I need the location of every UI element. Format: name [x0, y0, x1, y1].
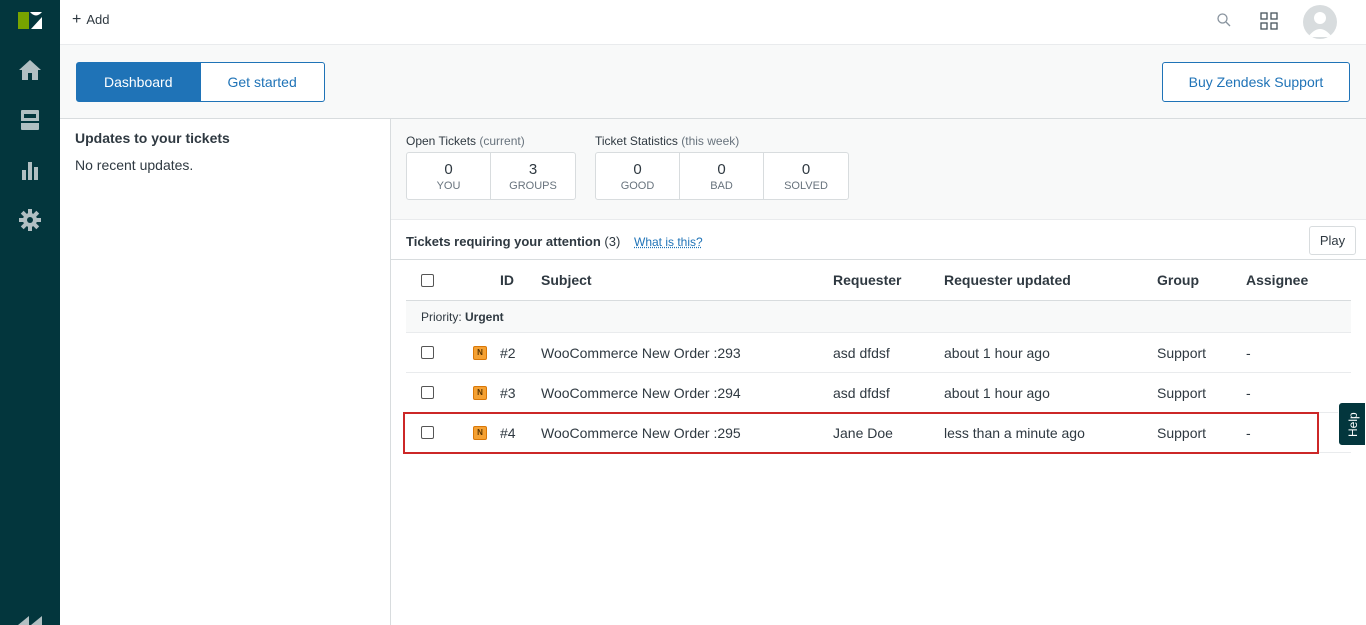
ticket-requester-updated: about 1 hour ago [944, 344, 1050, 361]
ticket-subject[interactable]: WooCommerce New Order :294 [541, 373, 741, 412]
row-checkbox[interactable] [421, 386, 434, 399]
ticket-assignee: - [1246, 424, 1251, 441]
ticket-requester: Jane Doe [833, 424, 893, 441]
view-segmented-control: Dashboard Get started [76, 62, 325, 102]
ticket-subject[interactable]: WooCommerce New Order :295 [541, 413, 741, 452]
status-new-badge: N [473, 385, 487, 400]
table-header-row: ID Subject Requester Requester updated G… [406, 260, 1351, 301]
row-checkbox-cell [421, 373, 434, 412]
ticket-statistics-label: Ticket Statistics (this week) [595, 134, 740, 148]
play-button[interactable]: Play [1309, 226, 1356, 255]
row-checkbox-cell [421, 333, 434, 372]
user-icon [1308, 12, 1332, 37]
ticket-group: Support [1157, 424, 1207, 441]
column-group[interactable]: Group [1157, 260, 1199, 300]
open-tickets-label: Open Tickets (current) [406, 134, 525, 148]
tickets-table: ID Subject Requester Requester updated G… [406, 260, 1351, 453]
ticket-group: Support [1157, 384, 1207, 401]
ticket-assignee: - [1246, 344, 1251, 361]
row-checkbox[interactable] [421, 346, 434, 359]
tab-get-started[interactable]: Get started [200, 62, 325, 102]
column-requester[interactable]: Requester [833, 260, 901, 300]
ticket-requester-updated: about 1 hour ago [944, 384, 1050, 401]
plus-icon: + [72, 10, 82, 28]
ticket-id: #3 [500, 384, 516, 401]
add-label: Add [86, 12, 110, 27]
zendesk-products-icon[interactable] [17, 610, 43, 625]
stats-area: Open Tickets (current) 0 YOU 3 GROUPS Ti… [391, 119, 1366, 220]
sidebar [0, 0, 60, 625]
stat-box-bad[interactable]: 0 BAD [680, 153, 764, 199]
ticket-requester: asd dfdsf [833, 344, 890, 361]
select-all-checkbox[interactable] [421, 273, 434, 287]
add-button[interactable]: + Add [72, 10, 110, 28]
status-new-badge: N [473, 345, 487, 360]
priority-group-row: Priority: Urgent [406, 301, 1351, 333]
status-new-badge: N [473, 425, 487, 440]
select-all-checkbox-cell [421, 260, 434, 300]
ticket-statistics: Ticket Statistics (this week) 0 GOOD 0 B… [595, 134, 849, 200]
ticket-id: #2 [500, 344, 516, 361]
ticket-id: #4 [500, 424, 516, 441]
apps-grid-icon[interactable] [1260, 12, 1278, 30]
open-tickets-stats: Open Tickets (current) 0 YOU 3 GROUPS [406, 134, 576, 200]
column-subject[interactable]: Subject [541, 260, 592, 300]
ticket-requester-updated: less than a minute ago [944, 424, 1085, 441]
stat-box-solved[interactable]: 0 SOLVED [764, 153, 848, 199]
zendesk-logo-icon[interactable] [17, 9, 43, 31]
ticket-subject[interactable]: WooCommerce New Order :293 [541, 333, 741, 372]
status-cell: N [473, 333, 487, 372]
tab-dashboard[interactable]: Dashboard [76, 62, 201, 102]
dashboard-toolbar: Dashboard Get started Buy Zendesk Suppor… [60, 45, 1366, 119]
top-bar: + Add [60, 0, 1366, 45]
updates-panel: Updates to your tickets No recent update… [60, 119, 391, 625]
column-id[interactable]: ID [500, 260, 514, 300]
tickets-header: Tickets requiring your attention (3) Wha… [391, 220, 1366, 260]
ticket-requester: asd dfdsf [833, 384, 890, 401]
avatar[interactable] [1303, 5, 1337, 39]
table-row[interactable]: N #3 WooCommerce New Order :294 asd dfds… [406, 373, 1351, 413]
row-checkbox[interactable] [421, 426, 434, 439]
search-icon[interactable] [1216, 12, 1232, 28]
reporting-icon[interactable] [18, 158, 42, 182]
home-icon[interactable] [18, 58, 42, 82]
views-icon[interactable] [18, 108, 42, 132]
ticket-group: Support [1157, 344, 1207, 361]
column-assignee[interactable]: Assignee [1246, 260, 1308, 300]
stat-box-you[interactable]: 0 YOU [407, 153, 491, 199]
open-tickets-boxes: 0 YOU 3 GROUPS [406, 152, 576, 200]
status-cell: N [473, 413, 487, 452]
priority-group-label: Priority: Urgent [421, 309, 504, 324]
what-is-this-link[interactable]: What is this? [634, 235, 703, 249]
status-cell: N [473, 373, 487, 412]
help-label: Help [1346, 412, 1360, 437]
updates-title: Updates to your tickets [75, 130, 230, 146]
stat-box-good[interactable]: 0 GOOD [596, 153, 680, 199]
row-checkbox-cell [421, 413, 434, 452]
tickets-title: Tickets requiring your attention (3) [406, 234, 621, 249]
column-requester-updated[interactable]: Requester updated [944, 260, 1071, 300]
table-row[interactable]: N #4 WooCommerce New Order :295 Jane Doe… [406, 413, 1351, 453]
updates-empty-text: No recent updates. [75, 157, 194, 173]
help-button[interactable]: Help [1338, 402, 1366, 446]
table-row[interactable]: N #2 WooCommerce New Order :293 asd dfds… [406, 333, 1351, 373]
stat-box-groups[interactable]: 3 GROUPS [491, 153, 575, 199]
buy-zendesk-support-button[interactable]: Buy Zendesk Support [1162, 62, 1350, 102]
ticket-assignee: - [1246, 384, 1251, 401]
gear-icon[interactable] [18, 208, 42, 232]
ticket-statistics-boxes: 0 GOOD 0 BAD 0 SOLVED [595, 152, 849, 200]
